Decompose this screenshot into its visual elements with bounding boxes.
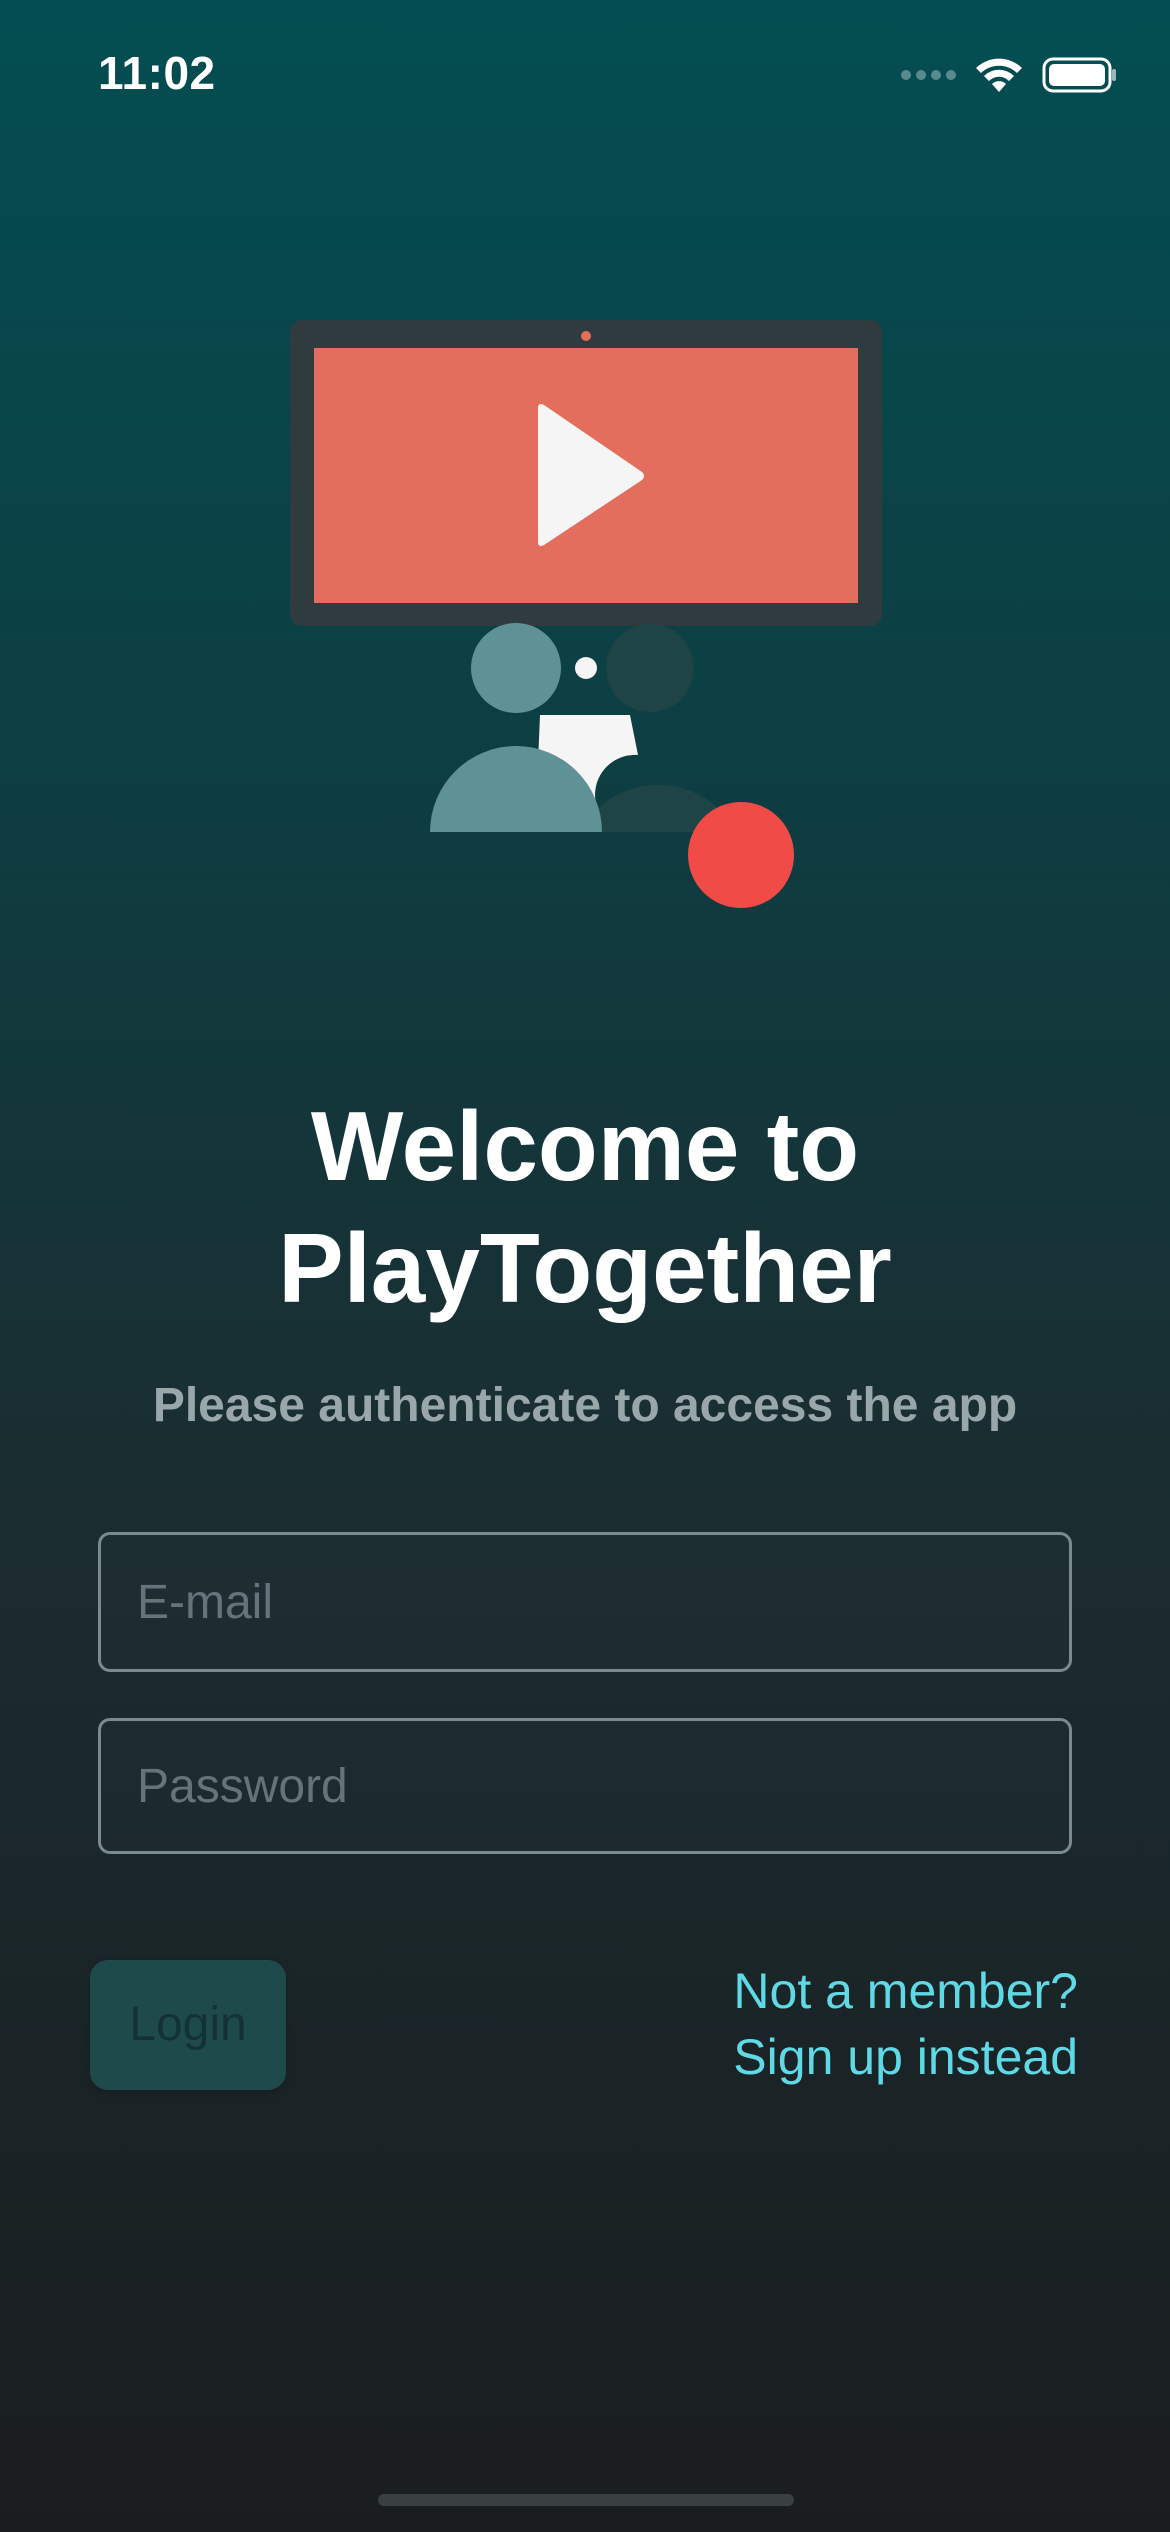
email-field[interactable] (98, 1532, 1072, 1672)
password-field[interactable] (98, 1718, 1072, 1854)
camera-dot (581, 331, 591, 341)
status-icons (901, 52, 1118, 98)
wifi-icon (974, 56, 1024, 94)
signup-link[interactable]: Not a member? Sign up instead (733, 1958, 1078, 2090)
person-dark-head (606, 624, 694, 712)
person-white-head (575, 657, 597, 679)
home-indicator[interactable] (378, 2494, 794, 2506)
signup-link-line-2: Sign up instead (733, 2029, 1078, 2085)
battery-icon (1042, 56, 1118, 94)
status-time: 11:02 (98, 47, 216, 99)
person-light-head (471, 623, 561, 713)
login-screen: 11:02 Welcome to PlayTogether Please aut… (0, 0, 1170, 2532)
title-line-1: Welcome to (310, 1091, 860, 1201)
title-line-2: PlayTogether (278, 1213, 892, 1323)
signup-link-line-1: Not a member? (733, 1963, 1078, 2019)
email-input[interactable] (101, 1535, 1069, 1669)
page-title: Welcome to PlayTogether (0, 1085, 1170, 1329)
watch-party-illustration (280, 300, 920, 920)
record-dot-icon (688, 802, 794, 908)
cellular-signal-icon (901, 70, 956, 80)
password-input[interactable] (101, 1721, 1069, 1851)
login-button[interactable]: Login (90, 1960, 286, 2090)
page-subtitle: Please authenticate to access the app (152, 1379, 1018, 1432)
